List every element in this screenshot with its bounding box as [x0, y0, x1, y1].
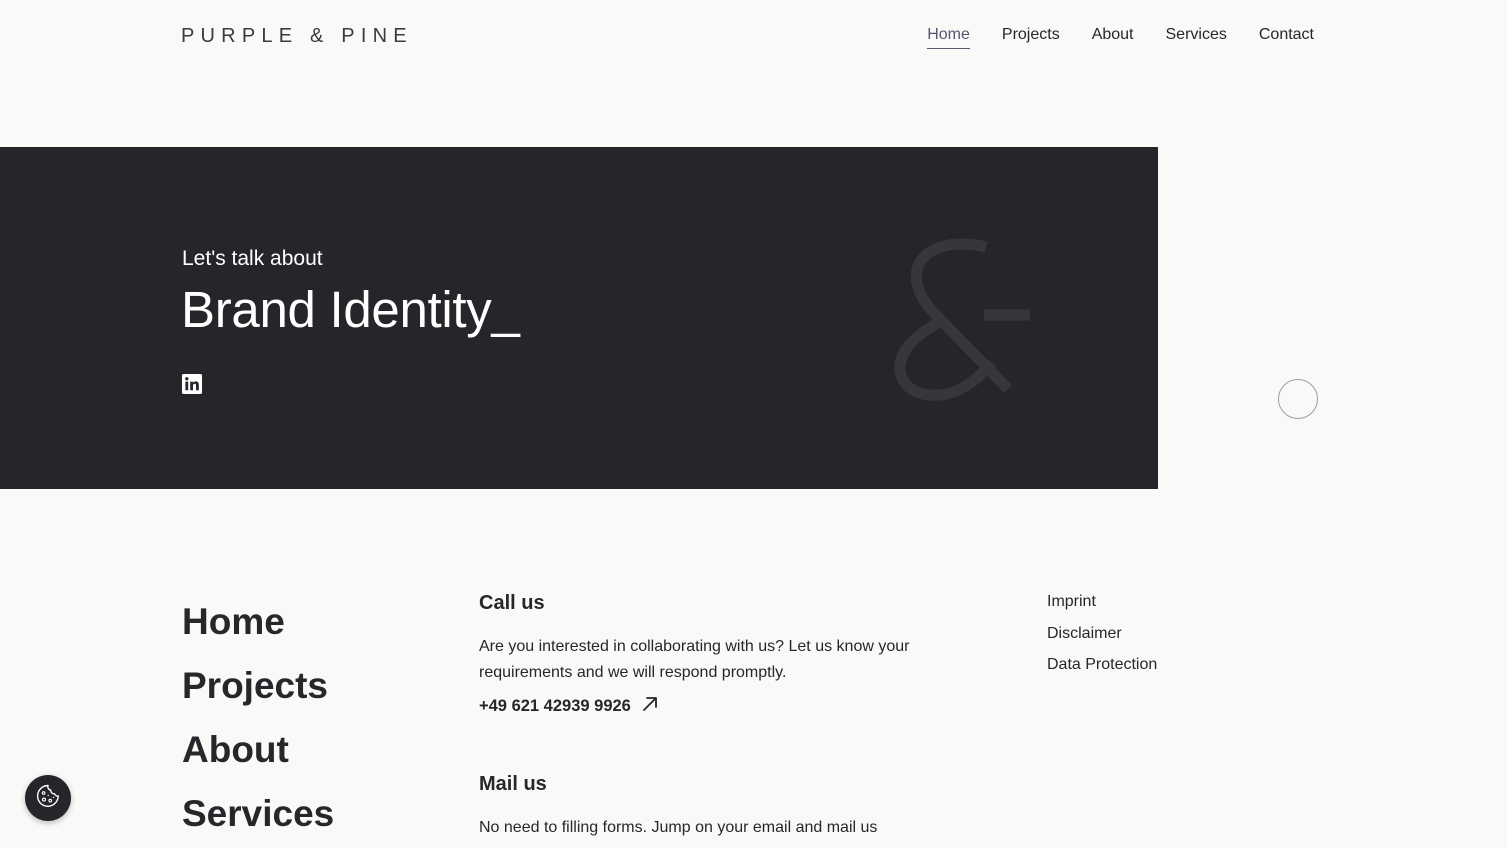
- imprint-link[interactable]: Imprint: [1047, 586, 1157, 618]
- arrow-up-right-icon: [641, 695, 659, 718]
- linkedin-icon[interactable]: [182, 374, 202, 394]
- disclaimer-link[interactable]: Disclaimer: [1047, 618, 1157, 650]
- call-us-heading: Call us: [479, 592, 545, 614]
- footer-nav-services[interactable]: Services: [182, 782, 334, 846]
- site-logo[interactable]: PURPLE & PINE: [181, 25, 413, 48]
- ampersand-icon: [880, 235, 1040, 405]
- footer-nav-projects[interactable]: Projects: [182, 654, 334, 718]
- cookie-settings-button[interactable]: [25, 775, 71, 821]
- footer-nav-home[interactable]: Home: [182, 590, 334, 654]
- nav-home[interactable]: Home: [927, 26, 970, 49]
- cookie-icon: [35, 783, 61, 814]
- footer-nav: Home Projects About Services: [182, 590, 334, 846]
- hero-section: Let's talk about Brand Identity_: [0, 147, 1158, 489]
- data-protection-link[interactable]: Data Protection: [1047, 649, 1157, 681]
- nav-services[interactable]: Services: [1166, 26, 1227, 49]
- site-header: PURPLE & PINE Home Projects About Servic…: [0, 0, 1507, 80]
- footer-nav-about[interactable]: About: [182, 718, 334, 782]
- scroll-indicator[interactable]: [1278, 379, 1318, 419]
- mail-us-text: No need to filling forms. Jump on your e…: [479, 819, 878, 836]
- legal-links: Imprint Disclaimer Data Protection: [1047, 586, 1157, 681]
- main-nav: Home Projects About Services Contact: [927, 26, 1314, 49]
- phone-link[interactable]: +49 621 42939 9926: [479, 695, 919, 718]
- nav-contact[interactable]: Contact: [1259, 26, 1314, 49]
- nav-about[interactable]: About: [1092, 26, 1134, 49]
- contact-section: Call us Are you interested in collaborat…: [479, 592, 919, 841]
- call-us-text: Are you interested in collaborating with…: [479, 638, 910, 681]
- phone-number: +49 621 42939 9926: [479, 697, 631, 715]
- nav-projects[interactable]: Projects: [1002, 26, 1060, 49]
- hero-title: Brand Identity_: [181, 281, 520, 338]
- hero-eyebrow: Let's talk about: [182, 247, 323, 270]
- mail-us-heading: Mail us: [479, 773, 547, 795]
